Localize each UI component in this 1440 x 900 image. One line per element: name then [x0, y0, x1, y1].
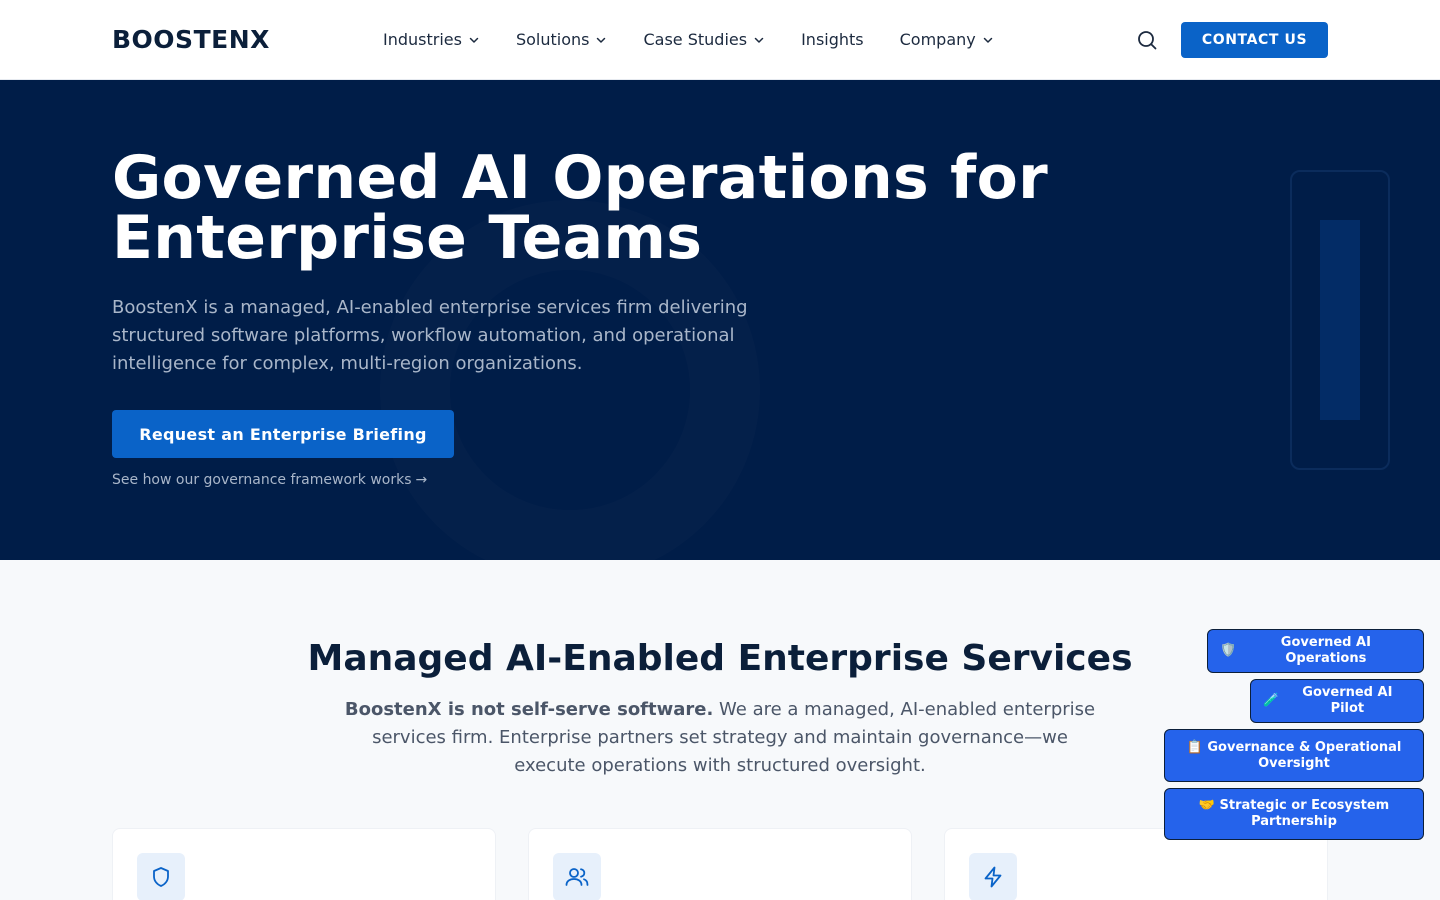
- logo[interactable]: BOOSTENX: [112, 24, 270, 56]
- lightning-icon: [984, 866, 1002, 888]
- request-briefing-button[interactable]: Request an Enterprise Briefing: [112, 410, 454, 458]
- nav-item-case-studies[interactable]: Case Studies: [643, 28, 765, 52]
- fab-content: 📋 Governance & Operational Oversight: [1177, 740, 1411, 772]
- test-tube-emoji-icon: 🧪: [1263, 693, 1280, 708]
- site-header: BOOSTENX Industries Solutions Case Studi…: [0, 0, 1440, 80]
- card-icon-box: [137, 853, 185, 900]
- chevron-down-icon: [597, 37, 606, 43]
- nav-item-company[interactable]: Company: [900, 28, 994, 52]
- hero-section: Governed AI Operations for Enterprise Te…: [0, 80, 1440, 560]
- hero-title-line2: Enterprise Teams: [112, 203, 703, 273]
- governance-framework-link[interactable]: See how our governance framework works →: [112, 471, 427, 489]
- fab-governance-oversight[interactable]: 📋 Governance & Operational Oversight: [1164, 729, 1424, 782]
- search-icon: [1138, 31, 1157, 50]
- services-subtitle-bold: BoostenX is not self-serve software.: [344, 699, 714, 720]
- handshake-emoji-icon: 🤝: [1198, 798, 1215, 813]
- nav-item-label: Case Studies: [643, 30, 748, 49]
- hero-title: Governed AI Operations for Enterprise Te…: [112, 148, 1112, 268]
- nav-item-solutions[interactable]: Solutions: [516, 28, 608, 52]
- clipboard-emoji-icon: 📋: [1186, 739, 1203, 755]
- card-icon-box: [553, 853, 601, 900]
- services-subtitle: BoostenX is not self-serve software. We …: [340, 696, 1100, 780]
- search-button[interactable]: [1135, 28, 1159, 52]
- device-mockup-screen: [1320, 220, 1360, 420]
- fab-content: 🤝 Strategic or Ecosystem Partnership: [1177, 798, 1411, 830]
- hero-subtitle: BoostenX is a managed, AI-enabled enterp…: [112, 297, 748, 374]
- fab-governed-ai-operations[interactable]: 🛡️ Governed AI Operations: [1207, 629, 1424, 673]
- nav-item-label: Company: [899, 30, 976, 49]
- chevron-down-icon: [754, 37, 764, 43]
- governance-link-label: See how our governance framework works: [112, 472, 412, 488]
- chevron-down-icon: [469, 37, 479, 43]
- service-card-teams[interactable]: [528, 828, 912, 900]
- nav-item-label: Solutions: [515, 30, 590, 49]
- fab-governed-ai-pilot[interactable]: 🧪 Governed AI Pilot: [1250, 679, 1424, 723]
- fab-label: Strategic or Ecosystem Partnership: [1219, 798, 1390, 829]
- chevron-down-icon: [983, 37, 992, 43]
- nav-item-label: Insights: [801, 30, 864, 49]
- nav-item-label: Industries: [383, 30, 462, 49]
- main-nav: Industries Solutions Case Studies Insigh…: [383, 28, 994, 52]
- fab-label: Governance & Operational Oversight: [1207, 739, 1402, 771]
- contact-us-button[interactable]: CONTACT US: [1181, 22, 1328, 58]
- service-card-governance[interactable]: [112, 828, 496, 900]
- users-icon: [565, 868, 589, 886]
- card-icon-box: [969, 853, 1017, 900]
- arrow-right-icon: →: [415, 472, 428, 488]
- shield-emoji-icon: 🛡️: [1220, 643, 1237, 658]
- fab-label: Governed AI Operations: [1280, 635, 1371, 666]
- fab-label: Governed AI Pilot: [1302, 685, 1393, 716]
- shield-icon: [153, 867, 169, 887]
- nav-item-insights[interactable]: Insights: [801, 28, 864, 52]
- nav-item-industries[interactable]: Industries: [383, 28, 480, 52]
- fab-strategic-partnership[interactable]: 🤝 Strategic or Ecosystem Partnership: [1164, 788, 1424, 840]
